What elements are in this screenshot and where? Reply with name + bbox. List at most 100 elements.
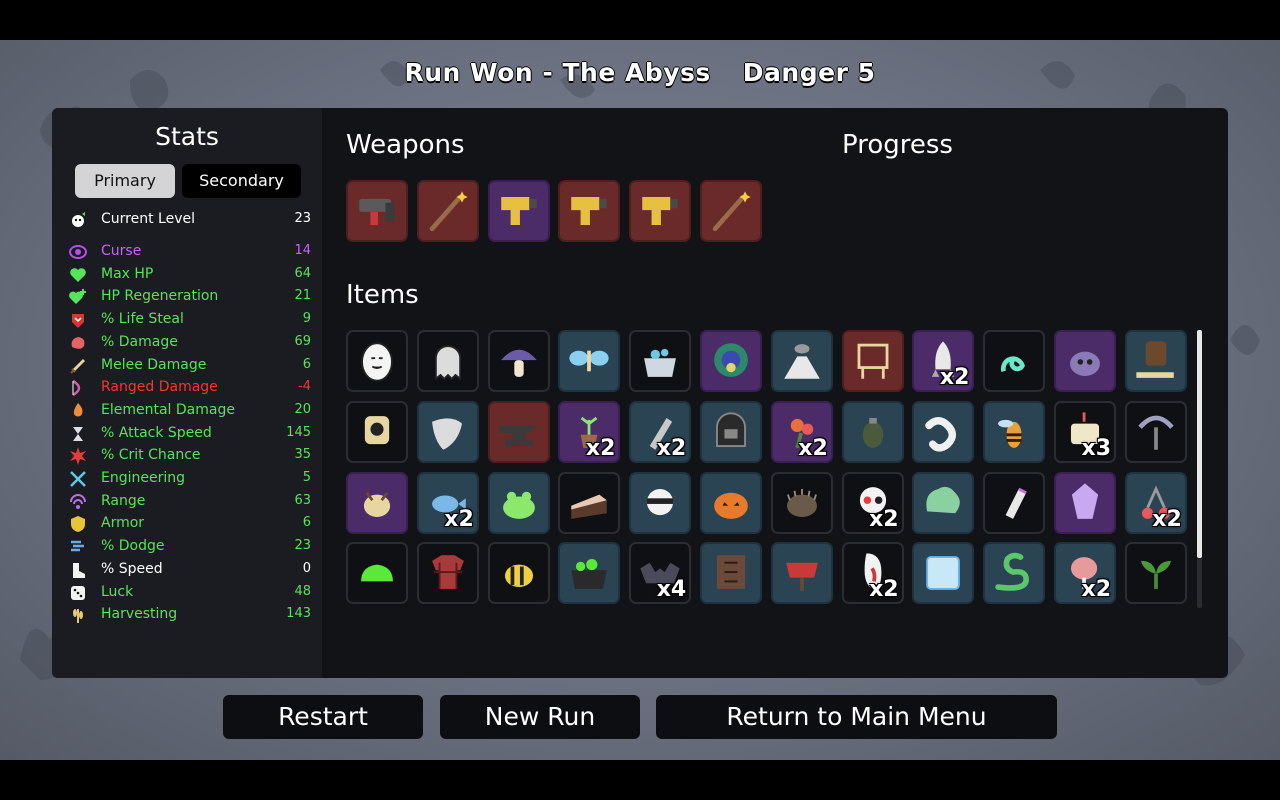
restart-button[interactable]: Restart	[223, 695, 423, 739]
items-scroll-track[interactable]	[1197, 558, 1202, 608]
leather-armor-slot[interactable]	[700, 542, 762, 605]
rocket-slot[interactable]: x2	[912, 330, 975, 392]
tab-primary[interactable]: Primary	[75, 164, 175, 198]
fang-slot[interactable]: x2	[841, 542, 904, 605]
missile-slot[interactable]: x2	[629, 400, 692, 463]
tree-slot[interactable]	[1124, 400, 1187, 463]
sprout-slot[interactable]	[1124, 542, 1187, 605]
egg-slot[interactable]	[346, 330, 408, 392]
ice-cube-slot[interactable]	[912, 542, 975, 605]
claw-slot[interactable]	[416, 400, 479, 463]
stat-value: 9	[302, 311, 311, 327]
progress-title: Progress	[842, 130, 953, 160]
bow-icon	[72, 380, 81, 397]
bee-slot[interactable]	[487, 542, 550, 605]
stat-row: Harvesting 143	[68, 603, 311, 625]
helmet-slot[interactable]	[700, 400, 762, 463]
potted-plant-slot[interactable]: x2	[558, 400, 621, 463]
main-menu-button[interactable]: Return to Main Menu	[656, 695, 1057, 739]
taser-icon	[642, 196, 678, 226]
stat-label: % Attack Speed	[101, 424, 212, 441]
item-quantity: x2	[444, 506, 474, 532]
stat-label: % Crit Chance	[101, 447, 201, 464]
wand-slot[interactable]	[700, 180, 762, 242]
grenade-slot[interactable]	[841, 400, 904, 463]
cherry-bomb-slot[interactable]: x2	[1124, 471, 1187, 534]
wasp-slot[interactable]	[983, 400, 1046, 463]
items-scrollbar[interactable]	[1197, 330, 1202, 558]
butterfly-slot[interactable]	[558, 330, 621, 392]
slime-slot[interactable]	[346, 542, 408, 605]
stat-value: 143	[286, 606, 311, 622]
danger-level: Danger 5	[742, 58, 876, 87]
cake-slot[interactable]	[558, 471, 621, 534]
item-quantity: x2	[1152, 506, 1182, 532]
ghost-icon	[434, 345, 461, 381]
peacock-slot[interactable]	[700, 330, 762, 392]
ham-slot[interactable]: x2	[1054, 542, 1116, 605]
stat-value: 64	[294, 265, 311, 281]
damage-icon	[71, 336, 85, 349]
skull-slot[interactable]: x2	[841, 471, 904, 534]
fire-icon	[73, 402, 83, 417]
crystal-icon	[1071, 482, 1099, 519]
helmet-icon	[716, 412, 746, 447]
taser-slot[interactable]	[629, 180, 692, 242]
crit-icon	[70, 447, 86, 466]
chicken-slot[interactable]	[346, 471, 408, 534]
level-icon	[72, 212, 85, 227]
mushroom-slot[interactable]	[487, 330, 550, 392]
stat-label: Engineering	[101, 470, 185, 486]
stat-value: 35	[294, 447, 311, 463]
shield-icon	[71, 516, 85, 533]
scroll-slot[interactable]: x3	[1054, 400, 1116, 463]
witch-cauldron-slot[interactable]	[558, 542, 621, 605]
ninja-slot[interactable]	[629, 471, 692, 534]
robot-frame-slot[interactable]	[841, 330, 904, 392]
stats-title: Stats	[155, 122, 219, 151]
hedgehog-slot[interactable]	[770, 471, 833, 534]
fish-slot[interactable]: x2	[416, 471, 479, 534]
butterfly-icon	[569, 350, 610, 372]
item-quantity: x2	[1081, 577, 1112, 603]
bouquet-slot[interactable]: x2	[770, 400, 833, 463]
tab-secondary[interactable]: Secondary	[182, 164, 301, 198]
cauldron-pot-slot[interactable]	[629, 330, 692, 392]
stat-value: 5	[302, 470, 311, 485]
taser-icon	[571, 196, 608, 226]
plaid-shirt-icon	[431, 555, 464, 590]
stat-value: 0	[302, 560, 311, 576]
anvil-icon	[498, 425, 537, 446]
anvil-slot[interactable]	[487, 400, 550, 463]
snake-slot[interactable]	[983, 542, 1046, 605]
stat-row: % Speed 0	[68, 558, 311, 580]
stat-value: 14	[294, 243, 311, 258]
worm-slot[interactable]	[912, 400, 975, 463]
stat-row: Range 63	[68, 490, 311, 512]
stat-value: 23	[294, 211, 311, 226]
taser-slot[interactable]	[558, 180, 621, 242]
stump-slot[interactable]	[1124, 330, 1187, 392]
chicken-icon	[363, 491, 391, 517]
spiral-snake-slot[interactable]	[983, 330, 1046, 392]
wand-slot[interactable]	[416, 180, 479, 242]
scarecrow-slot[interactable]	[770, 542, 833, 605]
frog-slot[interactable]	[487, 471, 550, 534]
stump-icon	[1136, 341, 1174, 378]
ghost-slot[interactable]	[416, 330, 479, 392]
volcano-slot[interactable]	[770, 330, 833, 392]
pumpkin-slot[interactable]	[700, 471, 762, 534]
crystal-slot[interactable]	[1054, 471, 1116, 534]
stat-label: % Life Steal	[101, 311, 184, 328]
taser-slot[interactable]	[487, 180, 550, 242]
new-run-button[interactable]: New Run	[440, 695, 640, 739]
smg-slot[interactable]	[346, 180, 408, 242]
plaid-shirt-slot[interactable]	[416, 542, 479, 605]
lettuce-slot[interactable]	[912, 471, 975, 534]
purple-blob-slot[interactable]	[1054, 330, 1116, 392]
bullet-slot[interactable]	[983, 471, 1046, 534]
wand-icon	[429, 191, 468, 232]
cauldron-pot-icon	[644, 348, 677, 377]
turret-slot[interactable]	[346, 400, 408, 463]
bat-slot[interactable]: x4	[629, 542, 692, 605]
